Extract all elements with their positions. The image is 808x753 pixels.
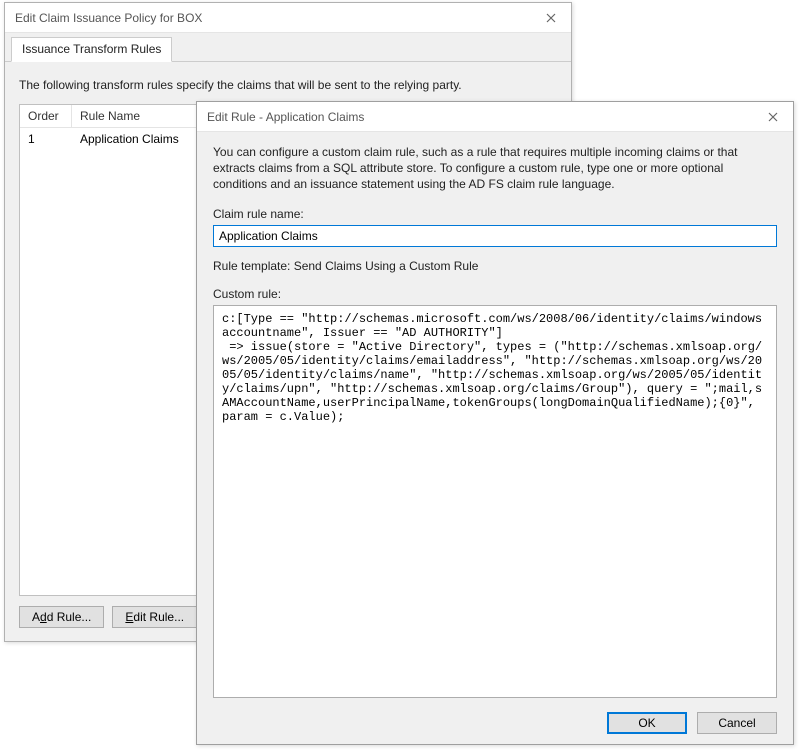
policy-title: Edit Claim Issuance Policy for BOX (15, 11, 531, 25)
edit-rule-window: Edit Rule - Application Claims You can c… (196, 101, 794, 745)
policy-intro: The following transform rules specify th… (19, 78, 557, 92)
custom-rule-label: Custom rule: (213, 287, 777, 301)
claim-rule-name-label: Claim rule name: (213, 207, 777, 221)
close-icon[interactable] (531, 3, 571, 33)
close-icon[interactable] (753, 102, 793, 132)
ok-button[interactable]: OK (607, 712, 687, 734)
cell-order: 1 (20, 128, 72, 150)
col-order[interactable]: Order (20, 105, 72, 127)
add-rule-button[interactable]: Add Rule... (19, 606, 104, 628)
dialog-footer: OK Cancel (213, 698, 777, 734)
tab-issuance-transform-rules[interactable]: Issuance Transform Rules (11, 37, 172, 62)
edit-rule-title: Edit Rule - Application Claims (207, 110, 753, 124)
edit-rule-body: You can configure a custom claim rule, s… (197, 132, 793, 744)
edit-rule-button[interactable]: Edit Rule... (112, 606, 197, 628)
edit-rule-titlebar: Edit Rule - Application Claims (197, 102, 793, 132)
custom-rule-textarea[interactable] (213, 305, 777, 698)
tabstrip: Issuance Transform Rules (5, 33, 571, 62)
claim-rule-name-input[interactable] (213, 225, 777, 247)
policy-titlebar: Edit Claim Issuance Policy for BOX (5, 3, 571, 33)
cancel-button[interactable]: Cancel (697, 712, 777, 734)
edit-rule-description: You can configure a custom claim rule, s… (213, 144, 777, 193)
rule-template-line: Rule template: Send Claims Using a Custo… (213, 259, 777, 273)
